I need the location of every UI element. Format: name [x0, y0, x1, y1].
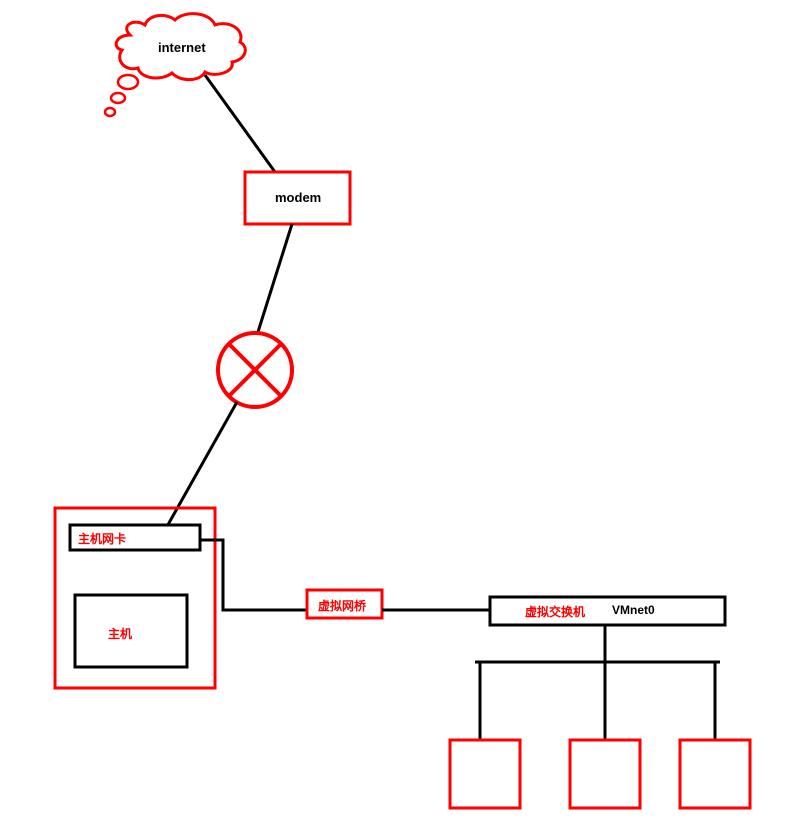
virtual-switch-name: VMnet0	[612, 603, 655, 617]
link-internet-modem	[205, 75, 275, 172]
crossed-circle-icon	[218, 333, 292, 407]
vm-box-3	[680, 740, 750, 808]
internet-label: internet	[158, 40, 206, 55]
virtual-switch-label: 虚拟交换机	[525, 603, 585, 620]
network-diagram	[0, 0, 787, 819]
vm-box-1	[450, 740, 520, 808]
virtual-bridge-label: 虚拟网桥	[318, 597, 366, 614]
modem-label: modem	[275, 190, 321, 205]
link-modem-circle	[257, 224, 292, 335]
host-label: 主机	[108, 625, 132, 642]
host-nic-label: 主机网卡	[78, 530, 126, 547]
link-circle-nic	[165, 402, 237, 530]
vm-box-2	[570, 740, 640, 808]
